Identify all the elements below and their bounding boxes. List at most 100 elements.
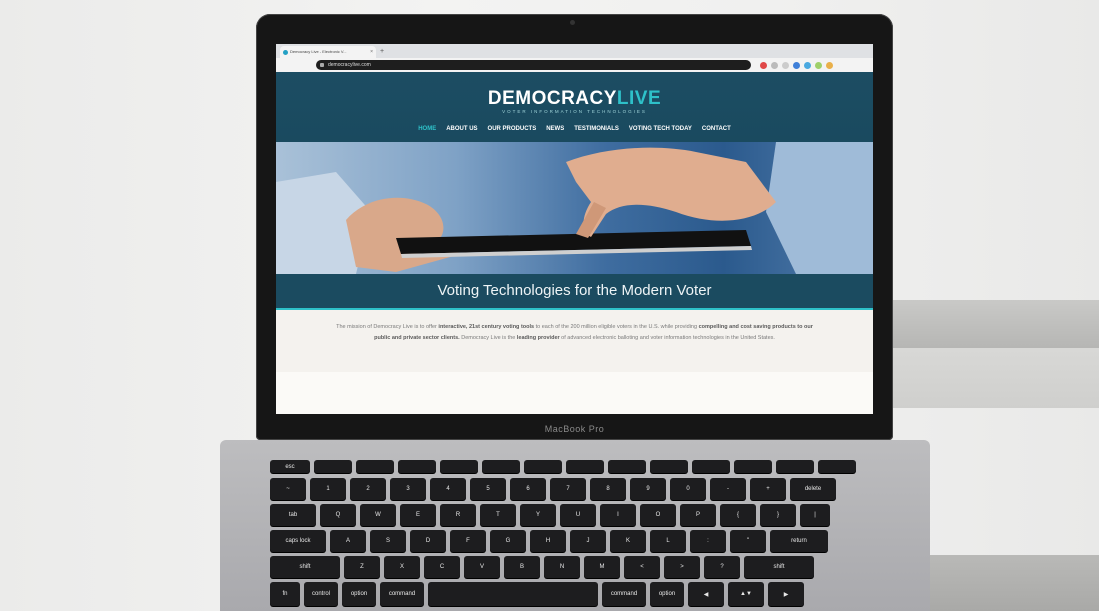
nav-about-us[interactable]: ABOUT US xyxy=(446,126,477,132)
key[interactable]: " xyxy=(730,530,766,552)
address-bar[interactable]: democracylive.com xyxy=(316,60,751,70)
key[interactable]: 4 xyxy=(430,478,466,500)
key[interactable]: B xyxy=(504,556,540,578)
tab-close-icon[interactable]: × xyxy=(370,46,373,58)
profile-avatar[interactable] xyxy=(826,61,833,69)
key[interactable]: 5 xyxy=(470,478,506,500)
key[interactable]: V xyxy=(464,556,500,578)
key[interactable]: X xyxy=(384,556,420,578)
key[interactable]: M xyxy=(584,556,620,578)
nav-contact[interactable]: CONTACT xyxy=(702,126,731,132)
key[interactable]: 2 xyxy=(350,478,386,500)
key[interactable]: 0 xyxy=(670,478,706,500)
key[interactable]: Y xyxy=(520,504,556,526)
key[interactable]: G xyxy=(490,530,526,552)
key[interactable] xyxy=(356,460,394,473)
key[interactable]: tab xyxy=(270,504,316,526)
new-tab-button[interactable]: + xyxy=(380,47,384,57)
site-logo[interactable]: DEMOCRACYLIVE VOTER INFORMATION TECHNOLO… xyxy=(276,88,873,114)
key[interactable]: ▲▼ xyxy=(728,582,764,606)
extension-icon[interactable] xyxy=(815,61,822,69)
key[interactable]: C xyxy=(424,556,460,578)
key[interactable] xyxy=(650,460,688,473)
key[interactable]: H xyxy=(530,530,566,552)
nav-testimonials[interactable]: TESTIMONIALS xyxy=(574,126,619,132)
key[interactable]: return xyxy=(770,530,828,552)
key[interactable]: O xyxy=(640,504,676,526)
key[interactable]: P xyxy=(680,504,716,526)
key[interactable]: shift xyxy=(270,556,340,578)
key[interactable]: L xyxy=(650,530,686,552)
extension-icon[interactable] xyxy=(804,61,811,69)
key[interactable]: E xyxy=(400,504,436,526)
key[interactable] xyxy=(524,460,562,473)
key[interactable]: S xyxy=(370,530,406,552)
key[interactable]: } xyxy=(760,504,796,526)
nav-voting-tech-today[interactable]: VOTING TECH TODAY xyxy=(629,126,692,132)
key[interactable]: command xyxy=(602,582,646,606)
key[interactable]: ▶ xyxy=(768,582,804,606)
key[interactable]: ~ xyxy=(270,478,306,500)
key[interactable]: ◀ xyxy=(688,582,724,606)
nav-home[interactable]: HOME xyxy=(418,126,436,132)
key[interactable]: 1 xyxy=(310,478,346,500)
key[interactable] xyxy=(314,460,352,473)
key[interactable]: F xyxy=(450,530,486,552)
extension-icon[interactable] xyxy=(793,61,800,69)
key[interactable]: option xyxy=(342,582,376,606)
key[interactable]: D xyxy=(410,530,446,552)
key[interactable]: { xyxy=(720,504,756,526)
key[interactable]: J xyxy=(570,530,606,552)
key[interactable] xyxy=(440,460,478,473)
key[interactable]: 9 xyxy=(630,478,666,500)
key[interactable]: < xyxy=(624,556,660,578)
key[interactable]: shift xyxy=(744,556,814,578)
key[interactable] xyxy=(776,460,814,473)
browser-tab[interactable]: Democracy Live - Electronic V... × xyxy=(280,46,376,58)
nav-news[interactable]: NEWS xyxy=(546,126,564,132)
key[interactable]: ? xyxy=(704,556,740,578)
key[interactable] xyxy=(428,582,598,606)
extension-icon[interactable] xyxy=(782,61,789,69)
key[interactable]: - xyxy=(710,478,746,500)
key[interactable]: Z xyxy=(344,556,380,578)
extension-icon[interactable] xyxy=(760,61,767,69)
key[interactable]: Q xyxy=(320,504,356,526)
key[interactable] xyxy=(566,460,604,473)
key[interactable]: : xyxy=(690,530,726,552)
key[interactable]: K xyxy=(610,530,646,552)
key[interactable]: 7 xyxy=(550,478,586,500)
mission-emphasis: interactive, 21st century voting tools xyxy=(438,324,535,330)
key[interactable]: option xyxy=(650,582,684,606)
keyboard-row: esc xyxy=(270,460,856,473)
key[interactable]: delete xyxy=(790,478,836,500)
key[interactable]: | xyxy=(800,504,830,526)
key[interactable]: U xyxy=(560,504,596,526)
key[interactable] xyxy=(608,460,646,473)
hands-tablet-illustration xyxy=(276,142,873,274)
key[interactable] xyxy=(818,460,856,473)
key[interactable]: 8 xyxy=(590,478,626,500)
extension-icon[interactable] xyxy=(771,61,778,69)
key[interactable]: 3 xyxy=(390,478,426,500)
background-shelf xyxy=(885,300,1099,348)
key[interactable] xyxy=(482,460,520,473)
key[interactable]: control xyxy=(304,582,338,606)
key[interactable]: command xyxy=(380,582,424,606)
key[interactable] xyxy=(692,460,730,473)
key[interactable]: W xyxy=(360,504,396,526)
key[interactable]: A xyxy=(330,530,366,552)
key[interactable] xyxy=(734,460,772,473)
key[interactable]: caps lock xyxy=(270,530,326,552)
key[interactable]: + xyxy=(750,478,786,500)
key[interactable]: T xyxy=(480,504,516,526)
key[interactable] xyxy=(398,460,436,473)
key[interactable]: fn xyxy=(270,582,300,606)
nav-our-products[interactable]: OUR PRODUCTS xyxy=(488,126,537,132)
key[interactable]: I xyxy=(600,504,636,526)
key[interactable]: N xyxy=(544,556,580,578)
key[interactable]: 6 xyxy=(510,478,546,500)
key[interactable]: > xyxy=(664,556,700,578)
key[interactable]: esc xyxy=(270,460,310,473)
key[interactable]: R xyxy=(440,504,476,526)
